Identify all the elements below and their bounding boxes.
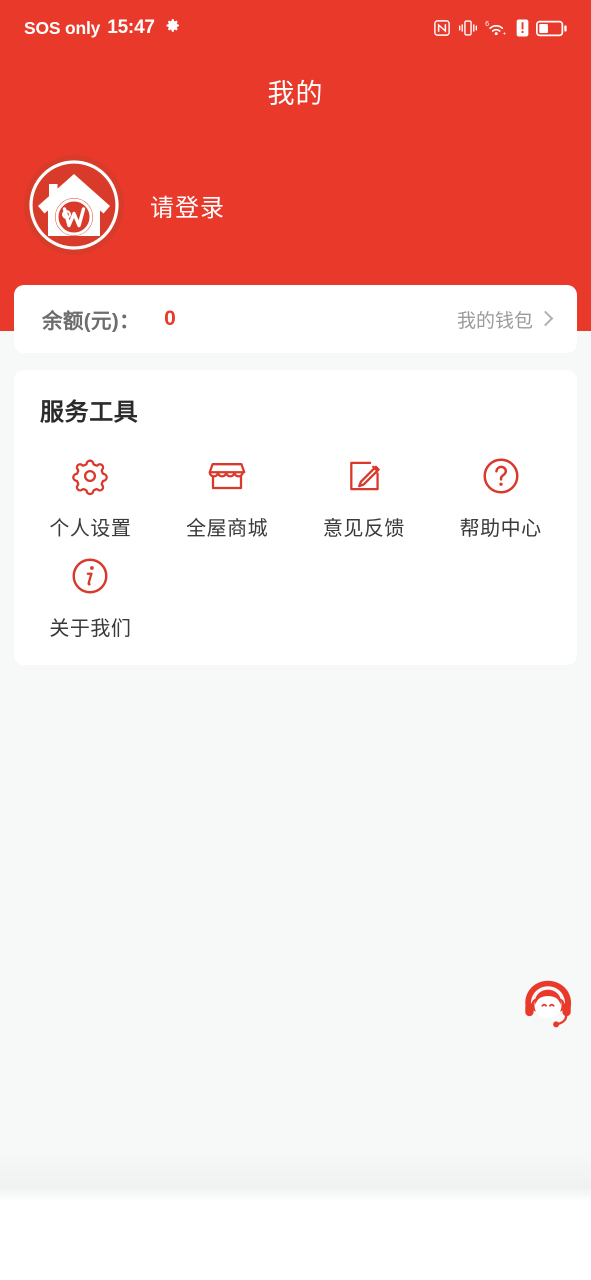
service-tools-grid: 个人设置 全屋商城 意见反馈 帮助中心 关于我们 xyxy=(14,453,577,653)
battery-icon xyxy=(536,20,567,37)
house-w-logo-icon xyxy=(24,155,124,255)
tool-label: 个人设置 xyxy=(49,518,132,540)
info-circle-icon xyxy=(67,553,113,599)
store-icon xyxy=(204,453,250,499)
carrier-label: SOS only xyxy=(24,17,101,38)
signal-alert-icon xyxy=(516,19,529,37)
app-screen: SOS only 15:47 6 + 我的 请登录 余额(元)： 0 我的钱包 … xyxy=(0,0,591,1280)
balance-card: 余额(元)： 0 我的钱包 xyxy=(14,285,577,353)
tool-item-feedback[interactable]: 意见反馈 xyxy=(296,453,433,541)
tool-label: 全屋商城 xyxy=(186,518,269,540)
customer-service-agent-icon xyxy=(519,975,577,1033)
chevron-right-icon xyxy=(537,310,554,327)
gear-icon xyxy=(67,453,113,499)
question-circle-icon xyxy=(478,453,524,499)
tool-item-help-center[interactable]: 帮助中心 xyxy=(432,453,569,541)
status-bar-right: 6 + xyxy=(433,19,567,38)
balance-label: 余额(元)： xyxy=(42,310,141,333)
tool-label: 关于我们 xyxy=(49,618,132,640)
avatar[interactable] xyxy=(24,155,124,255)
my-wallet-label: 我的钱包 xyxy=(456,310,533,332)
wifi-6-icon: 6 + xyxy=(485,19,509,38)
clock-label: 15:47 xyxy=(107,17,155,38)
edit-pencil-icon xyxy=(341,453,387,499)
profile-row[interactable]: 请登录 xyxy=(24,155,225,255)
status-bar-left: SOS only 15:47 xyxy=(24,17,181,39)
service-tools-title: 服务工具 xyxy=(40,399,139,426)
customer-service-button[interactable] xyxy=(519,975,577,1033)
tool-item-mall[interactable]: 全屋商城 xyxy=(159,453,296,541)
login-prompt[interactable]: 请登录 xyxy=(150,188,225,223)
page-background-fade xyxy=(0,1150,591,1202)
service-tools-card: 服务工具 个人设置 全屋商城 意见反馈 帮助中心 关于我们 xyxy=(14,370,577,665)
red-header: SOS only 15:47 6 + 我的 请登录 xyxy=(0,0,591,331)
page-title: 我的 xyxy=(267,79,324,109)
status-bar: SOS only 15:47 6 + xyxy=(0,0,591,56)
balance-value: 0 xyxy=(164,307,176,330)
my-wallet-link[interactable]: 我的钱包 xyxy=(456,306,554,333)
tool-label: 意见反馈 xyxy=(322,518,405,540)
tool-label: 帮助中心 xyxy=(459,518,542,540)
tool-item-personal-settings[interactable]: 个人设置 xyxy=(22,453,159,541)
nfc-icon xyxy=(433,19,451,37)
svg-text:6: 6 xyxy=(485,20,489,28)
tool-item-about-us[interactable]: 关于我们 xyxy=(22,553,159,641)
vibrate-icon xyxy=(458,19,478,37)
svg-text:+: + xyxy=(503,30,507,37)
gear-icon xyxy=(164,17,181,39)
